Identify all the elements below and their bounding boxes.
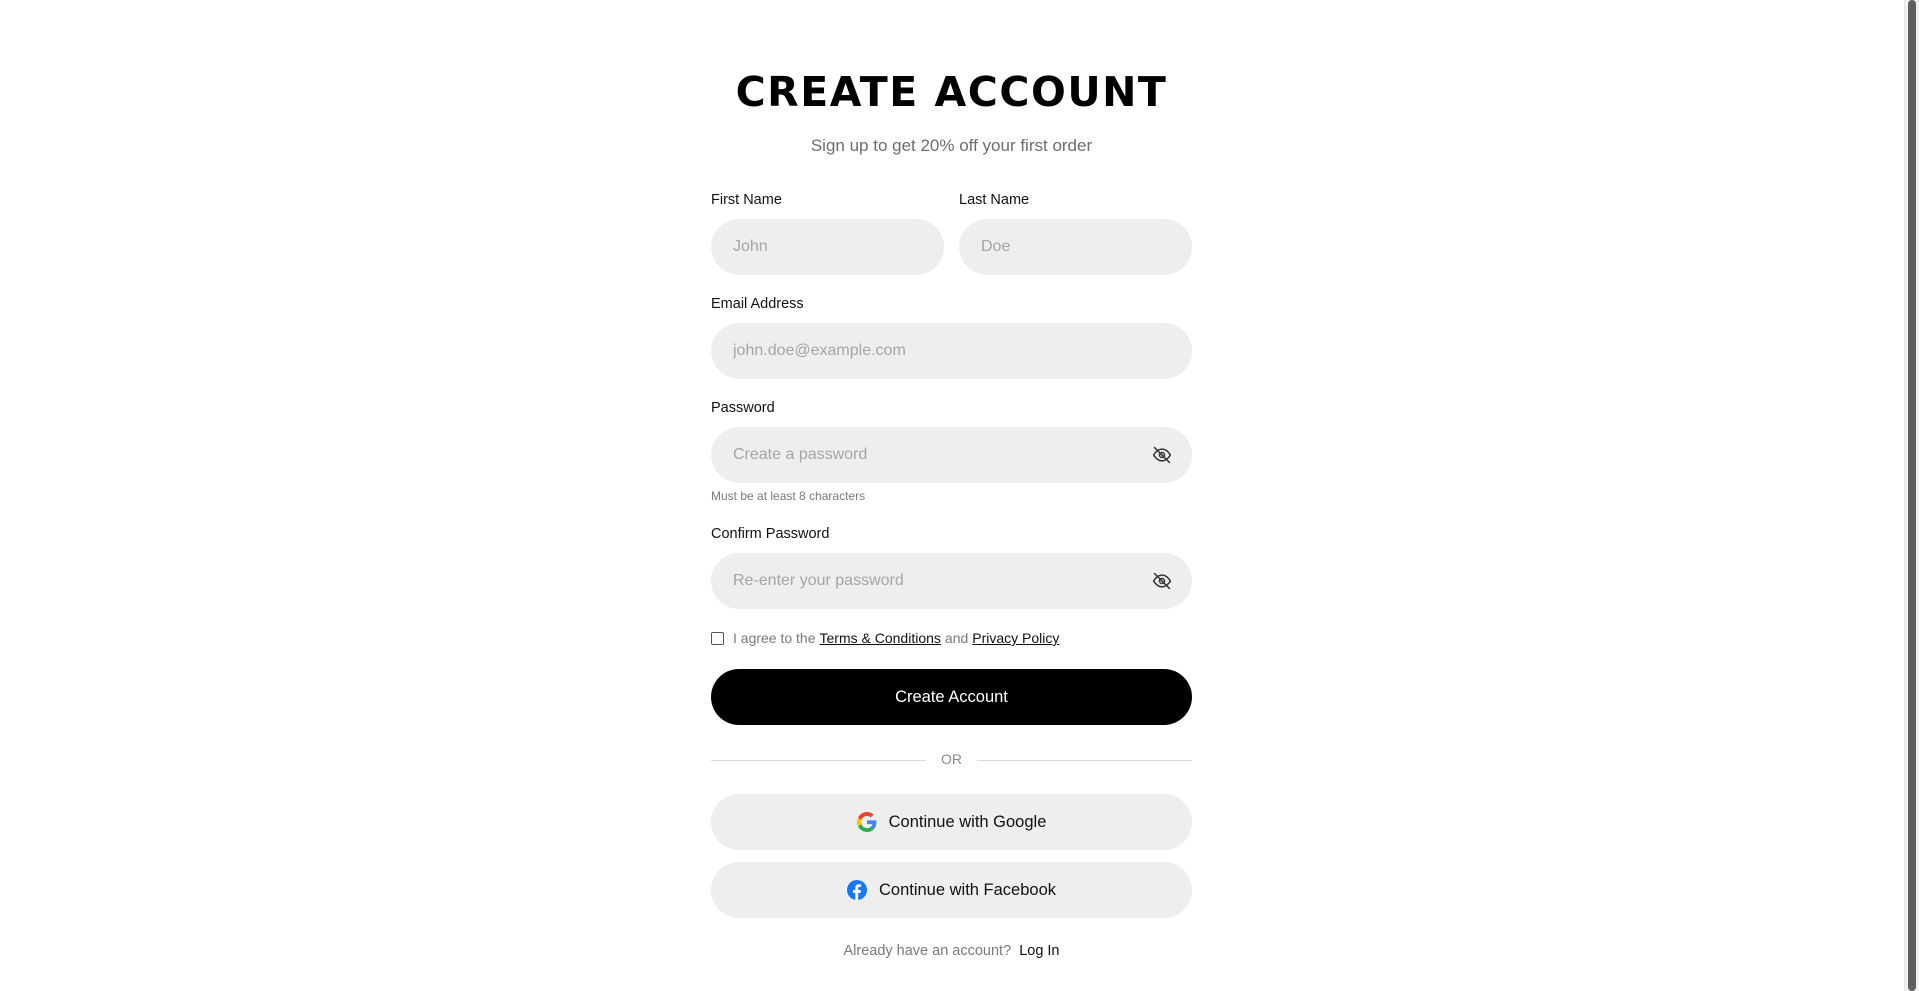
google-icon <box>856 812 877 832</box>
first-name-field[interactable] <box>711 219 944 275</box>
create-account-button[interactable]: Create Account <box>711 669 1192 725</box>
divider-line-right <box>977 760 1192 761</box>
privacy-link[interactable]: Privacy Policy <box>972 630 1059 646</box>
first-name-input[interactable] <box>731 237 924 257</box>
password-hint: Must be at least 8 characters <box>711 489 866 503</box>
terms-agreement: I agree to the Terms & Conditions and Pr… <box>711 630 1063 646</box>
password-label: Password <box>711 400 775 416</box>
last-name-label: Last Name <box>959 192 1030 208</box>
facebook-signin-button[interactable]: Continue with Facebook <box>711 862 1192 918</box>
page-scrollbar[interactable] <box>1904 0 1919 991</box>
facebook-button-label: Continue with Facebook <box>878 880 1057 899</box>
login-link[interactable]: Log In <box>1019 943 1059 959</box>
terms-prefix-text: I agree to the <box>733 630 816 646</box>
page-title: CREATE ACCOUNT <box>735 68 1168 116</box>
terms-joiner-text: and <box>944 630 969 646</box>
or-divider: OR <box>711 750 1192 770</box>
last-name-input[interactable] <box>979 237 1172 257</box>
password-input[interactable] <box>731 445 1172 465</box>
login-prompt: Already have an account? Log In <box>711 943 1192 959</box>
google-button-label: Continue with Google <box>888 812 1047 831</box>
confirm-password-label: Confirm Password <box>711 526 830 542</box>
first-name-label: First Name <box>711 192 782 208</box>
terms-link[interactable]: Terms & Conditions <box>820 630 941 646</box>
page-subtitle: Sign up to get 20% off your first order <box>810 136 1093 155</box>
scrollbar-thumb[interactable] <box>1908 0 1916 991</box>
facebook-icon <box>846 880 867 900</box>
last-name-field[interactable] <box>959 219 1192 275</box>
eye-off-icon[interactable] <box>1152 571 1172 591</box>
eye-off-icon[interactable] <box>1152 445 1172 465</box>
confirm-password-input[interactable] <box>731 571 1172 591</box>
confirm-password-field[interactable] <box>711 553 1192 609</box>
password-field[interactable] <box>711 427 1192 483</box>
create-account-page: CREATE ACCOUNT Sign up to get 20% off yo… <box>0 0 1919 991</box>
email-label: Email Address <box>711 296 804 312</box>
divider-label: OR <box>941 751 962 767</box>
email-input[interactable] <box>731 341 1172 361</box>
email-field[interactable] <box>711 323 1192 379</box>
google-signin-button[interactable]: Continue with Google <box>711 794 1192 850</box>
login-prompt-text: Already have an account? <box>843 943 1012 959</box>
terms-checkbox[interactable] <box>711 631 724 645</box>
